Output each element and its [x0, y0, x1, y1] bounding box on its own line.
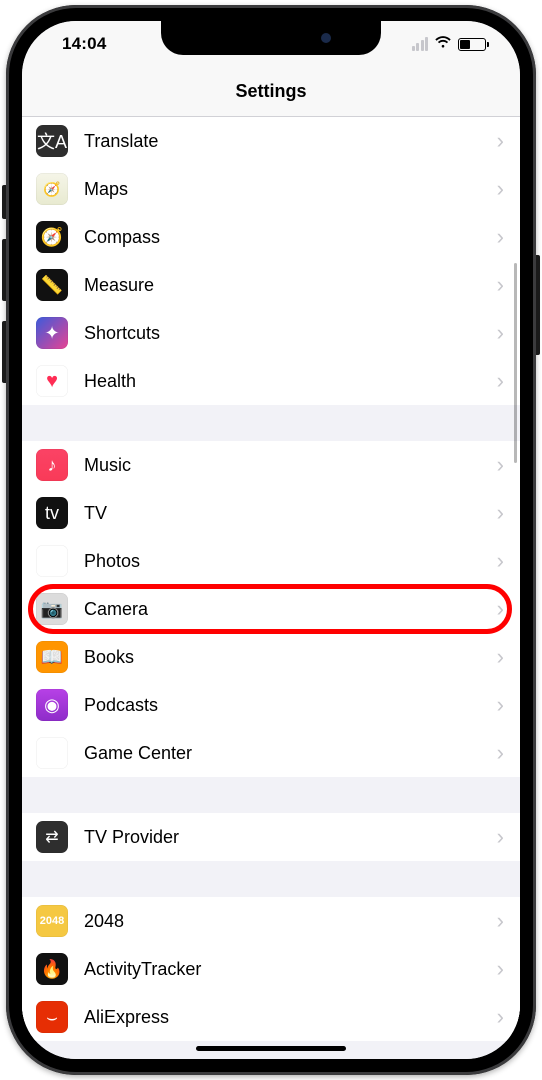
settings-row-tvprovider[interactable]: ⇄ TV Provider›	[22, 813, 520, 861]
gamecenter-icon: ✦	[36, 737, 68, 769]
settings-row-activitytracker[interactable]: 🔥 ActivityTracker›	[22, 945, 520, 993]
chevron-right-icon: ›	[497, 596, 504, 622]
chevron-right-icon: ›	[497, 320, 504, 346]
row-label: Measure	[84, 275, 497, 296]
translate-icon: 文A	[36, 125, 68, 157]
settings-group: ♪Music›tvTV›✿Photos›📷Camera›📖Books›◉Podc…	[22, 441, 520, 777]
chevron-right-icon: ›	[497, 368, 504, 394]
settings-row-maps[interactable]: 🧭 Maps›	[22, 165, 520, 213]
chevron-right-icon: ›	[497, 128, 504, 154]
shortcuts-icon: ✦	[36, 317, 68, 349]
chevron-right-icon: ›	[497, 644, 504, 670]
settings-row-measure[interactable]: 📏 Measure›	[22, 261, 520, 309]
row-label: ActivityTracker	[84, 959, 497, 980]
settings-list[interactable]: 文ATranslate›🧭Maps›🧭Compass›📏Measure›✦Sho…	[22, 117, 520, 1059]
measure-icon: 📏	[36, 269, 68, 301]
chevron-right-icon: ›	[497, 224, 504, 250]
photos-icon: ✿	[36, 545, 68, 577]
settings-row-gamecenter[interactable]: ✦ Game Center›	[22, 729, 520, 777]
chevron-right-icon: ›	[497, 500, 504, 526]
screen: 14:04 Settings 文ATranslate›🧭Maps›🧭Compas…	[22, 21, 520, 1059]
music-icon: ♪	[36, 449, 68, 481]
row-label: Compass	[84, 227, 497, 248]
settings-row-2048[interactable]: 20482048›	[22, 897, 520, 945]
row-label: TV	[84, 503, 497, 524]
chevron-right-icon: ›	[497, 176, 504, 202]
chevron-right-icon: ›	[497, 908, 504, 934]
settings-row-books[interactable]: 📖 Books›	[22, 633, 520, 681]
home-indicator[interactable]	[196, 1046, 346, 1051]
settings-row-camera[interactable]: 📷 Camera›	[22, 585, 520, 633]
row-label: Music	[84, 455, 497, 476]
chevron-right-icon: ›	[497, 956, 504, 982]
wifi-icon	[434, 35, 452, 54]
side-buttons-left	[2, 185, 6, 403]
row-label: Camera	[84, 599, 497, 620]
settings-row-tv[interactable]: tv TV›	[22, 489, 520, 537]
group-separator	[22, 777, 520, 813]
chevron-right-icon: ›	[497, 548, 504, 574]
phone-frame: 14:04 Settings 文ATranslate›🧭Maps›🧭Compas…	[6, 5, 536, 1075]
chevron-right-icon: ›	[497, 452, 504, 478]
aliexpress-icon: ⌣	[36, 1001, 68, 1033]
group-separator	[22, 861, 520, 897]
camera-icon: 📷	[36, 593, 68, 625]
side-button-right	[536, 255, 540, 355]
row-label: Game Center	[84, 743, 497, 764]
settings-row-translate[interactable]: 文A Translate›	[22, 117, 520, 165]
nav-bar: Settings	[22, 67, 520, 117]
cellular-signal-icon	[412, 37, 429, 51]
row-label: Translate	[84, 131, 497, 152]
tvprovider-icon: ⇄	[36, 821, 68, 853]
settings-row-compass[interactable]: 🧭 Compass›	[22, 213, 520, 261]
chevron-right-icon: ›	[497, 740, 504, 766]
podcasts-icon: ◉	[36, 689, 68, 721]
scroll-indicator[interactable]	[514, 263, 517, 463]
activitytracker-icon: 🔥	[36, 953, 68, 985]
settings-group: 文ATranslate›🧭Maps›🧭Compass›📏Measure›✦Sho…	[22, 117, 520, 405]
notch	[161, 21, 381, 55]
status-icons	[412, 35, 487, 54]
compass-icon: 🧭	[36, 221, 68, 253]
row-label: Podcasts	[84, 695, 497, 716]
chevron-right-icon: ›	[497, 824, 504, 850]
health-icon: ♥	[36, 365, 68, 397]
chevron-right-icon: ›	[497, 1004, 504, 1030]
row-label: AliExpress	[84, 1007, 497, 1028]
row-label: Books	[84, 647, 497, 668]
settings-row-aliexpress[interactable]: ⌣ AliExpress›	[22, 993, 520, 1041]
status-time: 14:04	[62, 34, 106, 54]
books-icon: 📖	[36, 641, 68, 673]
row-label: Maps	[84, 179, 497, 200]
chevron-right-icon: ›	[497, 692, 504, 718]
chevron-right-icon: ›	[497, 272, 504, 298]
tv-icon: tv	[36, 497, 68, 529]
battery-icon	[458, 38, 486, 51]
settings-row-health[interactable]: ♥ Health›	[22, 357, 520, 405]
settings-row-photos[interactable]: ✿ Photos›	[22, 537, 520, 585]
settings-row-music[interactable]: ♪ Music›	[22, 441, 520, 489]
group-separator	[22, 405, 520, 441]
row-label: TV Provider	[84, 827, 497, 848]
row-label: 2048	[84, 911, 497, 932]
row-label: Health	[84, 371, 497, 392]
row-label: Shortcuts	[84, 323, 497, 344]
row-label: Photos	[84, 551, 497, 572]
maps-icon: 🧭	[36, 173, 68, 205]
2048-icon: 2048	[36, 905, 68, 937]
settings-row-shortcuts[interactable]: ✦ Shortcuts›	[22, 309, 520, 357]
settings-row-podcasts[interactable]: ◉ Podcasts›	[22, 681, 520, 729]
settings-group: 20482048›🔥ActivityTracker›⌣AliExpress›	[22, 897, 520, 1041]
settings-group: ⇄ TV Provider›	[22, 813, 520, 861]
page-title: Settings	[235, 81, 306, 102]
